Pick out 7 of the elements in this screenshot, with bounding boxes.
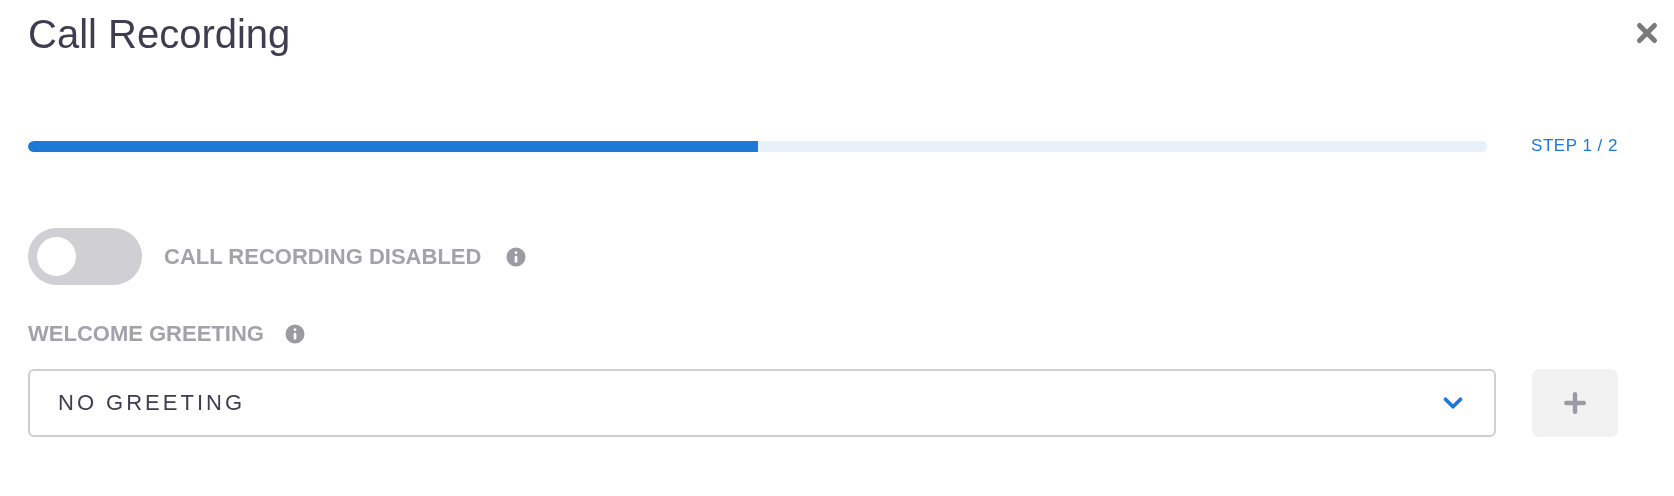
step-counter: STEP 1 / 2 [1531,136,1618,156]
field-label: WELCOME GREETING [28,321,264,347]
toggle-switch[interactable] [28,228,142,285]
toggle-label: CALL RECORDING DISABLED [164,243,482,270]
greeting-dropdown[interactable]: NO GREETING [28,369,1496,437]
add-button[interactable] [1532,369,1618,437]
dialog-title: Call Recording [28,11,291,57]
